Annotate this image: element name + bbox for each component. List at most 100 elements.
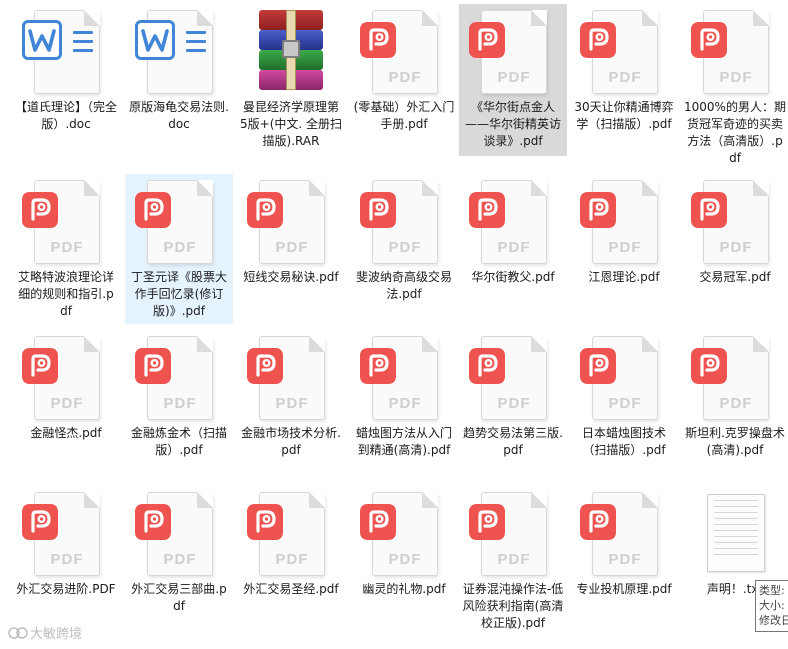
file-name: 交易冠军.pdf — [699, 270, 771, 284]
pdf-file-icon[interactable]: PDF — [691, 178, 773, 264]
file-item[interactable]: PDF 金融怪杰.pdf — [12, 330, 120, 442]
file-item[interactable]: 原版海龟交易法则.doc — [125, 4, 233, 133]
pdf-file-icon[interactable]: PDF — [360, 334, 442, 420]
pdf-badge-icon — [691, 22, 727, 58]
pdf-text: PDF — [719, 239, 753, 256]
file-item[interactable]: PDF 交易冠军.pdf — [681, 174, 788, 286]
pdf-badge-icon — [22, 348, 58, 384]
file-name: 丁圣元译《股票大作手回忆录(修订版)》.pdf — [130, 270, 227, 318]
file-name: 曼昆经济学原理第5版+(中文. 全册扫描版).RAR — [240, 100, 343, 148]
pdf-badge-icon — [247, 348, 283, 384]
tooltip-type: 类型: — [759, 584, 785, 597]
pdf-text: PDF — [388, 551, 422, 568]
file-name: 《华尔街点金人——华尔街精英访谈录》.pdf — [464, 100, 561, 148]
pdf-file-icon[interactable]: PDF — [580, 8, 662, 94]
file-name: 1000%的男人：期货冠军奇迹的买卖方法（高清版）.pdf — [684, 100, 786, 165]
file-item[interactable]: PDF 短线交易秘诀.pdf — [237, 174, 345, 286]
pdf-file-icon[interactable]: PDF — [22, 334, 104, 420]
file-item[interactable]: PDF 江恩理论.pdf — [570, 174, 678, 286]
pdf-badge-icon — [469, 348, 505, 384]
file-item[interactable]: PDF 1000%的男人：期货冠军奇迹的买卖方法（高清版）.pdf — [681, 4, 788, 167]
file-item[interactable]: PDF 证券混沌操作法-低风险获利指南(高清校正版).pdf — [459, 486, 567, 632]
file-item[interactable]: PDF 外汇交易圣经.pdf — [237, 486, 345, 598]
file-item[interactable]: PDF 蜡烛图方法从入门到精通(高清).pdf — [350, 330, 458, 459]
pdf-text: PDF — [163, 551, 197, 568]
pdf-file-icon[interactable]: PDF — [469, 178, 551, 264]
file-item[interactable]: PDF 外汇交易进阶.PDF — [12, 486, 120, 598]
word-doc-icon[interactable] — [22, 8, 104, 94]
text-file-icon[interactable] — [697, 490, 773, 576]
file-name: 江恩理论.pdf — [588, 270, 660, 284]
file-item[interactable]: 曼昆经济学原理第5版+(中文. 全册扫描版).RAR — [237, 4, 345, 150]
file-item[interactable]: PDF 华尔街教父.pdf — [459, 174, 567, 286]
pdf-text: PDF — [719, 69, 753, 86]
word-doc-icon[interactable] — [135, 8, 217, 94]
pdf-text: PDF — [275, 395, 309, 412]
pdf-file-icon[interactable]: PDF — [135, 178, 217, 264]
file-name: 斯坦利.克罗操盘术(高清).pdf — [685, 426, 785, 457]
word-w-icon — [22, 20, 62, 60]
file-name: 证券混沌操作法-低风险获利指南(高清校正版).pdf — [462, 582, 564, 630]
pdf-text: PDF — [163, 395, 197, 412]
pdf-file-icon[interactable]: PDF — [580, 490, 662, 576]
pdf-file-icon[interactable]: PDF — [247, 334, 329, 420]
file-item[interactable]: PDF 趋势交易法第三版.pdf — [459, 330, 567, 459]
file-item[interactable]: PDF 专业投机原理.pdf — [570, 486, 678, 598]
pdf-badge-icon — [135, 504, 171, 540]
file-item[interactable]: PDF 外汇交易三部曲.pdf — [125, 486, 233, 615]
winrar-archive-icon[interactable] — [253, 8, 329, 94]
pdf-file-icon[interactable]: PDF — [469, 490, 551, 576]
file-item[interactable]: PDF 30天让你精通博弈学（扫描版）.pdf — [570, 4, 678, 133]
pdf-file-icon[interactable]: PDF — [360, 8, 442, 94]
file-name: 【道氏理论】（完全版）.doc — [15, 100, 118, 131]
pdf-badge-icon — [580, 504, 616, 540]
pdf-badge-icon — [469, 22, 505, 58]
rar-books-shape — [259, 10, 323, 90]
file-name: 华尔街教父.pdf — [471, 270, 555, 284]
file-item[interactable]: PDF 《华尔街点金人——华尔街精英访谈录》.pdf — [459, 4, 567, 156]
pdf-badge-icon — [360, 22, 396, 58]
pdf-file-icon[interactable]: PDF — [691, 8, 773, 94]
file-item[interactable]: PDF 斐波纳奇高级交易法.pdf — [350, 174, 458, 303]
pdf-file-icon[interactable]: PDF — [22, 178, 104, 264]
pdf-file-icon[interactable]: PDF — [135, 490, 217, 576]
pdf-text: PDF — [163, 239, 197, 256]
pdf-badge-icon — [580, 22, 616, 58]
pdf-file-icon[interactable]: PDF — [580, 178, 662, 264]
pdf-file-icon[interactable]: PDF — [580, 334, 662, 420]
pdf-badge-icon — [469, 192, 505, 228]
file-item[interactable]: PDF 艾略特波浪理论详细的规则和指引.pdf — [12, 174, 120, 320]
pdf-badge-icon — [691, 348, 727, 384]
file-item[interactable]: PDF 金融市场技术分析.pdf — [237, 330, 345, 459]
pdf-text: PDF — [388, 69, 422, 86]
pdf-file-icon[interactable]: PDF — [360, 178, 442, 264]
file-name: 斐波纳奇高级交易法.pdf — [355, 270, 452, 301]
file-name: 艾略特波浪理论详细的规则和指引.pdf — [17, 270, 114, 318]
file-name: 外汇交易进阶.PDF — [16, 582, 116, 596]
file-tooltip: 类型: 大小: 修改日 — [755, 580, 788, 632]
pdf-file-icon[interactable]: PDF — [469, 8, 551, 94]
pdf-badge-icon — [580, 192, 616, 228]
pdf-file-icon[interactable]: PDF — [360, 490, 442, 576]
pdf-file-icon[interactable]: PDF — [469, 334, 551, 420]
pdf-text: PDF — [50, 239, 84, 256]
pdf-file-icon[interactable]: PDF — [22, 490, 104, 576]
pdf-text: PDF — [497, 395, 531, 412]
pdf-file-icon[interactable]: PDF — [247, 178, 329, 264]
file-name: 外汇交易圣经.pdf — [243, 582, 339, 596]
pdf-text: PDF — [275, 239, 309, 256]
file-item[interactable]: 【道氏理论】（完全版）.doc — [12, 4, 120, 133]
file-item[interactable]: PDF 斯坦利.克罗操盘术(高清).pdf — [681, 330, 788, 459]
file-item[interactable]: PDF (零基础）外汇入门手册.pdf — [350, 4, 458, 133]
file-item[interactable]: PDF 丁圣元译《股票大作手回忆录(修订版)》.pdf — [125, 174, 233, 324]
file-item[interactable]: PDF 幽灵的礼物.pdf — [350, 486, 458, 598]
pdf-file-icon[interactable]: PDF — [135, 334, 217, 420]
file-item[interactable]: PDF 金融炼金术（扫描版）.pdf — [125, 330, 233, 459]
pdf-text: PDF — [497, 69, 531, 86]
file-item[interactable]: PDF 日本蜡烛图技术（扫描版）.pdf — [570, 330, 678, 459]
pdf-file-icon[interactable]: PDF — [247, 490, 329, 576]
file-name: 30天让你精通博弈学（扫描版）.pdf — [574, 100, 674, 131]
file-name: 日本蜡烛图技术（扫描版）.pdf — [581, 426, 666, 457]
tooltip-modified: 修改日 — [759, 614, 788, 627]
pdf-file-icon[interactable]: PDF — [691, 334, 773, 420]
